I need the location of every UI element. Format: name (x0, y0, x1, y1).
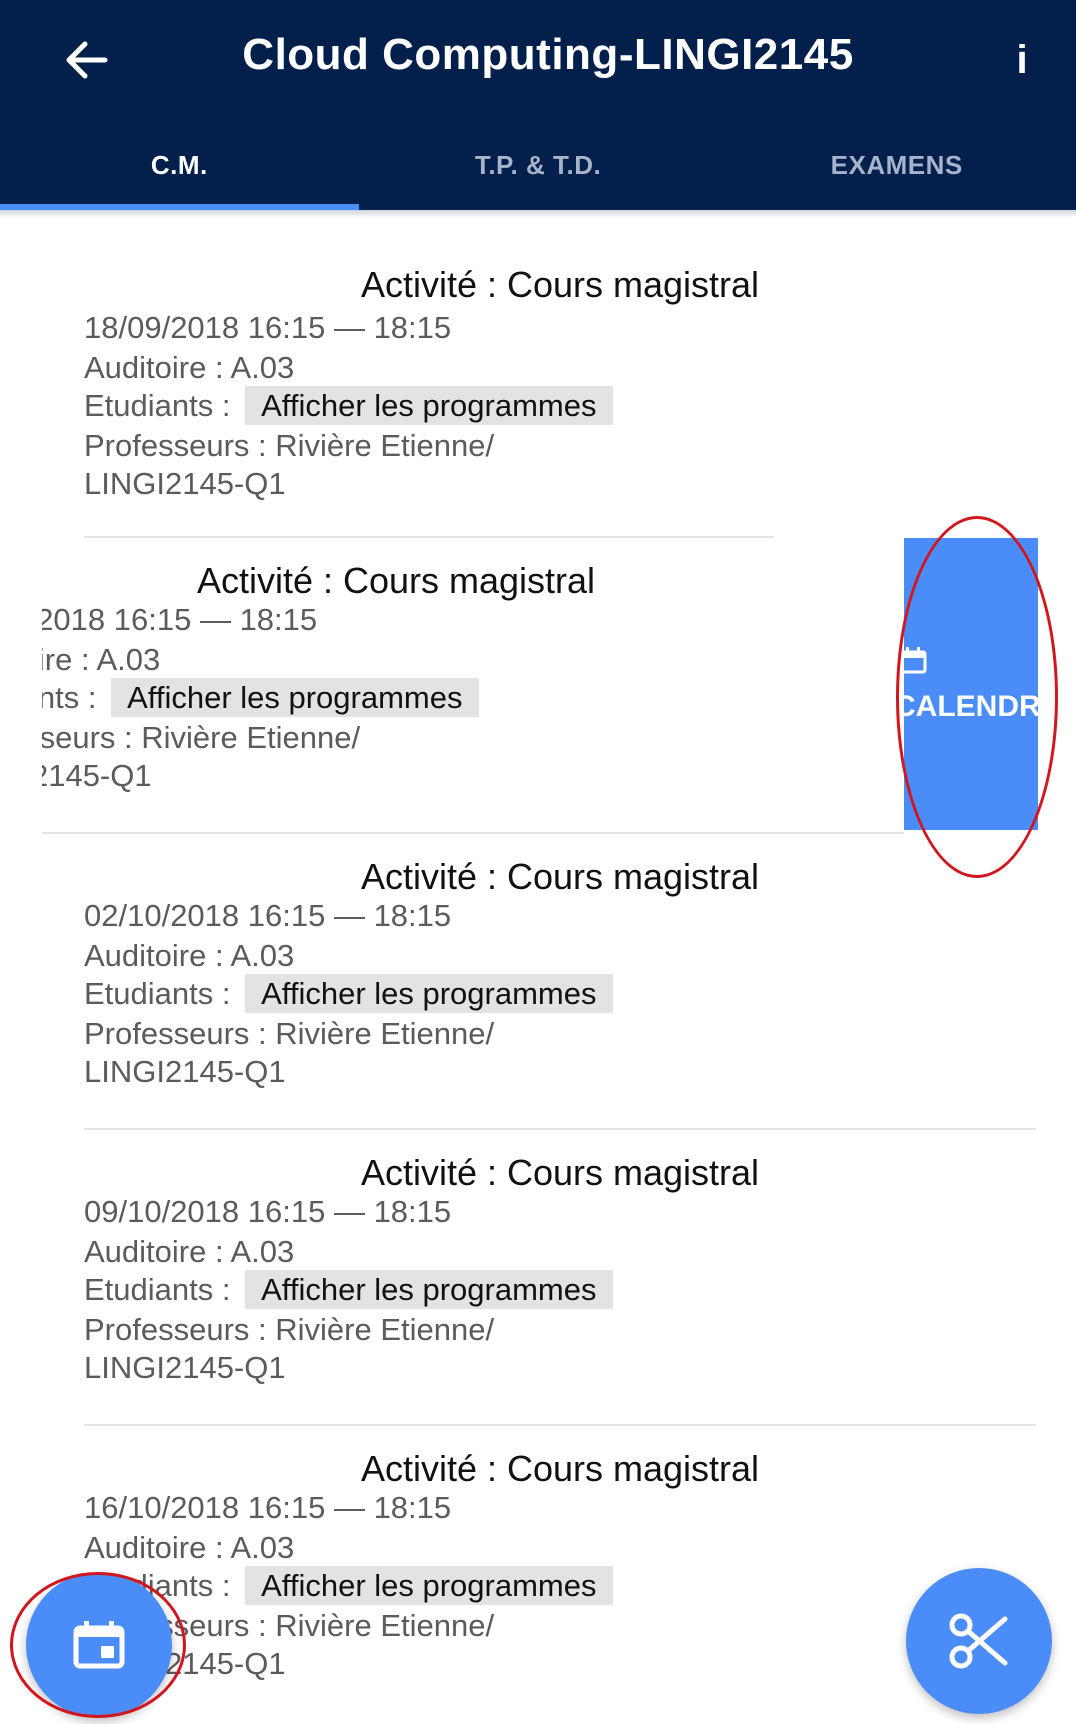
session-professors: Professeurs : Rivière Etienne/ (84, 1312, 495, 1347)
session-heading: Activité : Cours magistral (360, 264, 760, 305)
divider (84, 1424, 1036, 1426)
scissors-icon (949, 1613, 1008, 1669)
tab-cm[interactable]: C.M. (0, 120, 359, 210)
session-heading: Activité : Cours magistral (196, 560, 596, 601)
students-label: Etudiants : (84, 1272, 231, 1307)
session-card[interactable]: Activité : Cours magistral 02/10/2018 16… (84, 836, 1036, 1132)
arrow-left-icon (66, 41, 108, 79)
session-code: LINGI2145-Q1 (84, 1054, 286, 1089)
page-title: Cloud Computing-LINGI2145 (242, 30, 854, 79)
students-label: Etudiants : (84, 976, 231, 1011)
session-students: Etudiants : Afficher les programmes (84, 1270, 613, 1309)
session-professors: Professeurs : Rivière Etienne/ (84, 1016, 495, 1051)
session-students: Etudiants : Afficher les programmes (84, 386, 613, 425)
session-datetime: 25/09/2018 16:15 — 18:15 (42, 602, 318, 637)
tab-examens[interactable]: EXAMENS (717, 120, 1076, 210)
session-datetime: 16/10/2018 16:15 — 18:15 (84, 1490, 452, 1525)
session-code: LINGI2145-Q1 (42, 758, 152, 793)
show-programs-button[interactable]: Afficher les programmes (111, 678, 479, 717)
session-room: Auditoire : A.03 (84, 1530, 295, 1565)
session-card-swiped[interactable]: Activité : Cours magistral 25/09/2018 16… (42, 540, 904, 836)
session-professors: Professeurs : Rivière Etienne/ (42, 720, 361, 755)
divider (84, 536, 774, 538)
tab-shadow (0, 210, 1076, 218)
info-button[interactable]: i (1004, 30, 1040, 90)
calendar-action-label: CALENDRIER (904, 690, 1038, 723)
session-datetime: 02/10/2018 16:15 — 18:15 (84, 898, 452, 933)
back-button[interactable] (54, 28, 118, 92)
session-heading: Activité : Cours magistral (360, 1152, 760, 1193)
divider (42, 832, 904, 834)
session-card[interactable]: Activité : Cours magistral 09/10/2018 16… (84, 1132, 1036, 1428)
tab-bar: C.M. T.P. & T.D. EXAMENS (0, 120, 1076, 210)
session-room: Auditoire : A.03 (84, 350, 295, 385)
show-programs-button[interactable]: Afficher les programmes (245, 1566, 613, 1605)
show-programs-button[interactable]: Afficher les programmes (245, 386, 613, 425)
session-professors: Professeurs : Rivière Etienne/ (84, 428, 495, 463)
session-datetime: 09/10/2018 16:15 — 18:15 (84, 1194, 452, 1229)
session-card[interactable]: Activité : Cours magistral 18/09/2018 16… (84, 248, 1036, 544)
session-room: Auditoire : A.03 (84, 1234, 295, 1269)
calendar-event-icon (73, 1621, 125, 1669)
session-students: Etudiants : Afficher les programmes (84, 974, 613, 1013)
app-bar: Cloud Computing-LINGI2145 i (0, 0, 1076, 120)
show-programs-button[interactable]: Afficher les programmes (245, 974, 613, 1013)
session-room: Auditoire : A.03 (84, 938, 295, 973)
session-students: Etudiants : Afficher les programmes (84, 1566, 613, 1605)
calendar-icon (904, 647, 927, 674)
students-label: Etudiants : (42, 680, 97, 715)
session-students: Etudiants : Afficher les programmes (42, 678, 479, 717)
calendar-fab[interactable] (26, 1572, 172, 1718)
session-code: LINGI2145-Q1 (84, 1350, 286, 1385)
scissors-fab[interactable] (906, 1568, 1052, 1714)
session-card[interactable]: Activité : Cours magistral 16/10/2018 16… (84, 1428, 1036, 1724)
show-programs-button[interactable]: Afficher les programmes (245, 1270, 613, 1309)
divider (84, 1128, 1036, 1130)
calendar-swipe-action[interactable]: CALENDRIER (904, 538, 1038, 830)
session-code: LINGI2145-Q1 (84, 466, 286, 501)
session-heading: Activité : Cours magistral (360, 856, 760, 897)
session-room: Auditoire : A.03 (42, 642, 161, 677)
session-heading: Activité : Cours magistral (360, 1448, 760, 1489)
tab-tp-td[interactable]: T.P. & T.D. (359, 120, 718, 210)
students-label: Etudiants : (84, 388, 231, 423)
session-datetime: 18/09/2018 16:15 — 18:15 (84, 310, 452, 345)
